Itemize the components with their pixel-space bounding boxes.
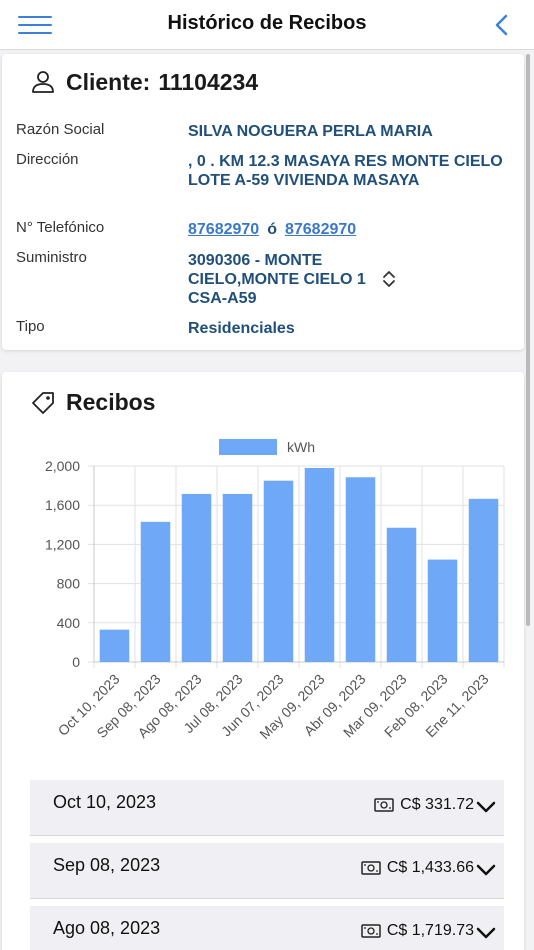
- receipts-header: Recibos: [30, 386, 155, 418]
- money-icon: [361, 861, 381, 875]
- direccion-value: , 0 . KM 12.3 MASAYA RES MONTE CIELO LOT…: [188, 153, 503, 189]
- user-icon: [32, 71, 54, 93]
- chevron-down-icon[interactable]: [476, 800, 496, 814]
- y-tick-label: 1,600: [45, 497, 80, 513]
- money-icon: [361, 924, 381, 938]
- receipt-row[interactable]: Sep 08, 2023 C$ 1,433.66: [30, 843, 504, 899]
- receipt-row[interactable]: Oct 10, 2023 C$ 331.72: [30, 780, 504, 836]
- receipt-amount: C$ 1,719.73: [386, 922, 474, 939]
- kwh-bar-chart: 04008001,2001,6002,000Oct 10, 2023Sep 08…: [45, 439, 505, 742]
- bar: [304, 467, 335, 662]
- receipt-amount: C$ 1,433.66: [386, 859, 474, 876]
- tag-icon: [32, 392, 54, 414]
- legend-swatch: [219, 439, 277, 455]
- receipts-title: Recibos: [66, 388, 156, 415]
- bar: [222, 493, 253, 662]
- receipt-date: Sep 08, 2023: [53, 855, 161, 875]
- suministro-value: 3090306 - MONTE CIELO,MONTE CIELO 1 CSA-…: [188, 252, 366, 307]
- bar: [181, 493, 212, 662]
- razon-social-value: SILVA NOGUERA PERLA MARIA: [188, 123, 433, 140]
- suministro-label: Suministro: [16, 249, 87, 266]
- sort-updown-icon[interactable]: [380, 270, 398, 288]
- chevron-down-icon[interactable]: [476, 926, 496, 940]
- scrollbar[interactable]: [526, 54, 530, 626]
- receipt-date: Oct 10, 2023: [53, 792, 157, 812]
- receipt-amount: C$ 331.72: [400, 796, 474, 813]
- y-tick-label: 800: [57, 576, 81, 592]
- client-number: 11104234: [158, 68, 259, 95]
- top-bar: Histórico de Recibos: [0, 0, 534, 50]
- phone-separator: ó: [267, 221, 277, 238]
- y-tick-label: 0: [72, 654, 80, 670]
- money-icon: [374, 798, 394, 812]
- bar: [468, 498, 499, 662]
- tipo-label: Tipo: [16, 318, 45, 335]
- legend-label: kWh: [287, 439, 315, 455]
- bar: [345, 477, 376, 662]
- chevron-down-icon[interactable]: [476, 863, 496, 877]
- receipt-row[interactable]: Ago 08, 2023 C$ 1,719.73: [30, 906, 504, 950]
- back-chevron-icon[interactable]: [492, 12, 512, 38]
- razon-social-label: Razón Social: [16, 121, 105, 138]
- bar: [386, 527, 417, 662]
- direccion-label: Dirección: [16, 151, 79, 168]
- telefono-values: 87682970 ó 87682970: [188, 220, 518, 239]
- phone-link-1[interactable]: 87682970: [188, 221, 259, 238]
- bar: [140, 521, 171, 662]
- page-title: Histórico de Recibos: [167, 12, 367, 34]
- y-tick-label: 400: [57, 615, 81, 631]
- client-header: Cliente: 11104234: [30, 66, 258, 98]
- y-tick-label: 1,200: [45, 536, 80, 552]
- phone-link-2[interactable]: 87682970: [285, 221, 356, 238]
- y-tick-label: 2,000: [45, 458, 80, 474]
- receipt-date: Ago 08, 2023: [53, 918, 161, 938]
- bar: [427, 559, 458, 662]
- bar: [99, 629, 130, 662]
- client-label: Cliente:: [66, 68, 151, 95]
- tipo-value: Residenciales: [188, 320, 295, 337]
- bar: [263, 480, 294, 662]
- telefono-label: N° Telefónico: [16, 219, 105, 236]
